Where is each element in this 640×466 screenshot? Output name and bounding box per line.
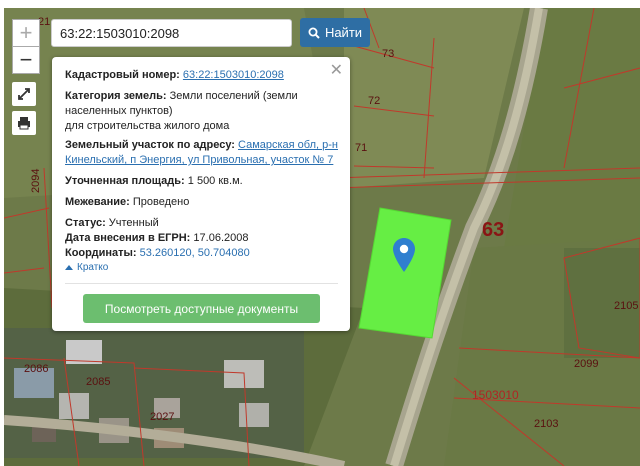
land-category-value: Земли поселений (земли [166, 90, 298, 102]
cadastral-search-input[interactable] [51, 19, 292, 47]
print-button[interactable] [12, 111, 36, 135]
parcel-number-63: 63 [482, 219, 505, 241]
egrn-date-value: 17.06.2008 [190, 232, 249, 244]
land-category-label: Категория земель: [65, 90, 167, 102]
status-label: Статус: [65, 217, 106, 229]
area-label: Уточненная площадь: [65, 175, 185, 187]
area-value: 1 500 кв.м. [184, 175, 243, 187]
status-value: Учтенный [105, 217, 159, 229]
location-pin-icon[interactable] [393, 238, 415, 272]
address-link-2[interactable]: Кинельский, п Энергия, ул Привольная, уч… [65, 154, 333, 166]
parcel-number-2085: 2085 [86, 376, 111, 388]
expand-icon [18, 88, 30, 100]
parcel-number-72: 72 [368, 95, 381, 107]
search-button-label: Найти [324, 25, 363, 40]
search-button[interactable]: Найти [300, 18, 370, 47]
land-category-line2: населенных пунктов) [65, 105, 173, 117]
parcel-number-2105: 2105 [614, 300, 639, 312]
parcel-number-2086: 2086 [24, 363, 49, 375]
divider [65, 283, 338, 284]
coordinates-value[interactable]: 53.260120, 50.704080 [137, 247, 250, 259]
zoom-in-button[interactable]: + [12, 19, 40, 47]
collapse-toggle[interactable]: Кратко [65, 262, 108, 273]
parcel-number-73: 73 [382, 48, 395, 60]
printer-icon [18, 117, 30, 130]
quarter-number: 1503010 [472, 388, 519, 402]
parcel-number-71: 71 [355, 142, 368, 154]
fullscreen-button[interactable] [12, 82, 36, 106]
search-icon [308, 27, 320, 39]
collapse-label: Кратко [77, 262, 109, 273]
coordinates-label: Координаты: [65, 247, 137, 259]
view-documents-button[interactable]: Посмотреть доступные документы [83, 294, 320, 323]
caret-up-icon [65, 265, 73, 270]
parcel-number-2103: 2103 [534, 418, 559, 430]
parcel-number-2027: 2027 [150, 411, 175, 423]
parcel-number-2094: 2094 [30, 168, 42, 193]
cadastral-number-link[interactable]: 63:22:1503010:2098 [183, 69, 284, 81]
address-label: Земельный участок по адресу: [65, 139, 235, 151]
survey-label: Межевание: [65, 196, 130, 208]
parcel-number-2099: 2099 [574, 358, 599, 370]
land-use-value: для строительства жилого дома [65, 120, 230, 132]
parcel-info-popup: ✕ Кадастровый номер: 63:22:1503010:2098 … [52, 57, 350, 331]
address-link-1[interactable]: Самарская обл, р-н [238, 139, 338, 151]
survey-value: Проведено [129, 196, 190, 208]
cadastral-number-label: Кадастровый номер: [65, 69, 180, 81]
egrn-date-label: Дата внесения в ЕГРН: [65, 232, 191, 244]
zoom-out-button[interactable]: − [12, 46, 40, 74]
